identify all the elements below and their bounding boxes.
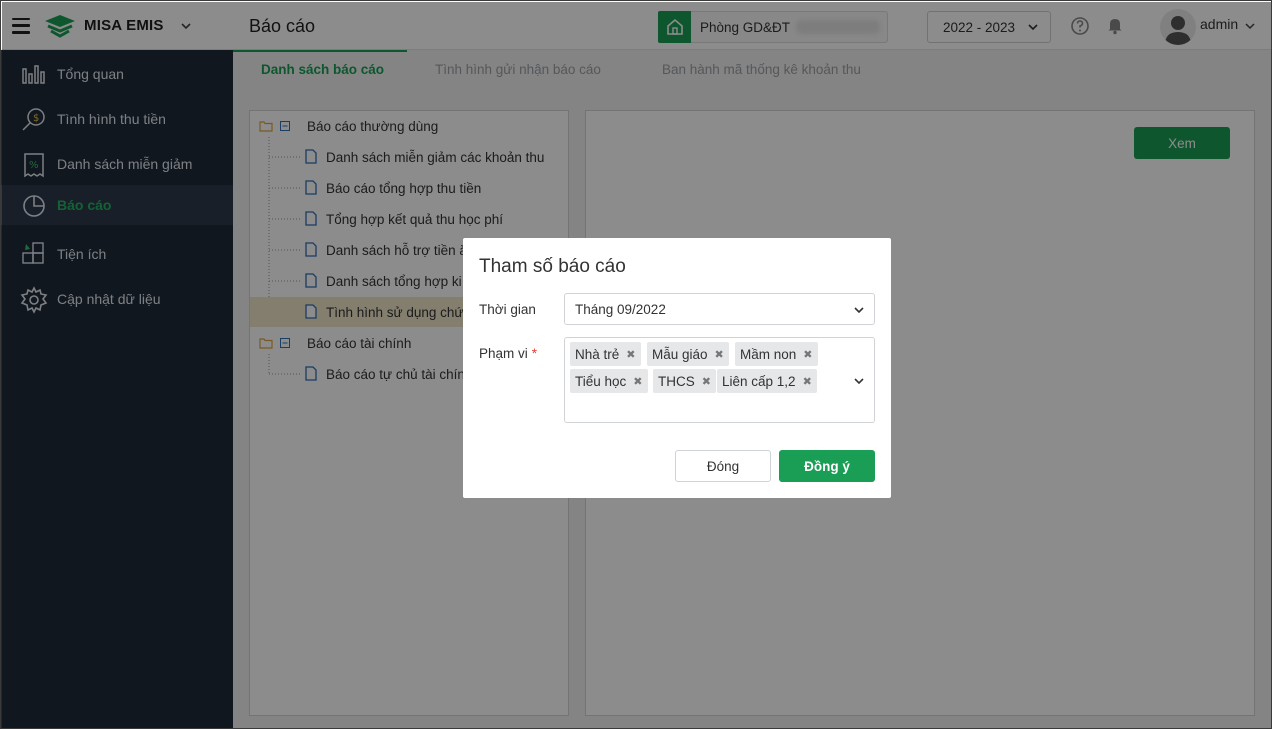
time-select-value: Tháng 09/2022 — [575, 301, 666, 317]
time-select[interactable]: Tháng 09/2022 — [564, 293, 875, 325]
chip-label: Mẫu giáo — [652, 346, 708, 362]
remove-chip-icon[interactable]: ✖ — [626, 348, 635, 361]
dialog-title: Tham số báo cáo — [479, 256, 626, 277]
chip-label: THCS — [658, 373, 695, 389]
scope-chip: Nhà trẻ ✖ — [570, 342, 641, 366]
scope-chip: Mầm non ✖ — [735, 342, 818, 366]
report-parameters-dialog: Tham số báo cáo Thời gian Tháng 09/2022 … — [463, 238, 891, 498]
remove-chip-icon[interactable]: ✖ — [803, 348, 812, 361]
scope-chip: Tiểu học ✖ — [570, 369, 648, 393]
scope-chip: Liên cấp 1,2 ✖ — [717, 369, 817, 393]
scope-label-text: Phạm vi — [479, 346, 528, 361]
confirm-button[interactable]: Đồng ý — [779, 450, 875, 482]
chevron-down-icon[interactable] — [853, 375, 865, 387]
chip-label: Mầm non — [740, 346, 797, 362]
close-button[interactable]: Đóng — [675, 450, 771, 482]
remove-chip-icon[interactable]: ✖ — [715, 348, 724, 361]
required-mark: * — [531, 346, 538, 361]
chevron-down-icon — [854, 307, 864, 314]
scope-chip: Mẫu giáo ✖ — [647, 342, 729, 366]
scope-multiselect[interactable]: Nhà trẻ ✖ Mẫu giáo ✖ Mầm non ✖ Tiểu học ✖ TH… — [564, 337, 875, 423]
chip-label: Tiểu học — [575, 373, 627, 389]
chip-label: Nhà trẻ — [575, 346, 620, 362]
time-label: Thời gian — [479, 302, 536, 317]
scope-label: Phạm vi * — [479, 346, 537, 361]
remove-chip-icon[interactable]: ✖ — [803, 375, 812, 388]
remove-chip-icon[interactable]: ✖ — [702, 375, 711, 388]
remove-chip-icon[interactable]: ✖ — [633, 375, 642, 388]
scope-chip: THCS ✖ — [653, 369, 716, 393]
app-window: MISA EMIS Báo cáo Phòng GD&ĐT 2022 - 202… — [0, 0, 1272, 729]
chip-label: Liên cấp 1,2 — [722, 373, 796, 389]
